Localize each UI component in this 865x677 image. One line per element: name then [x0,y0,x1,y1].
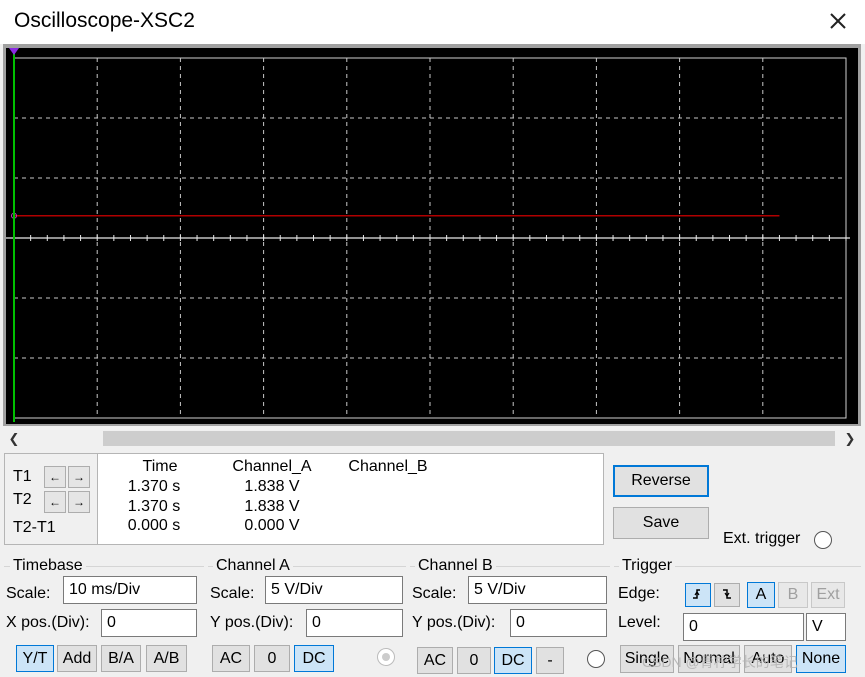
horizontal-scrollbar[interactable]: ❮ ❯ [3,429,861,448]
watermark: CSDN @青柠学长的笔记 [642,654,798,670]
timebase-group: Timebase Scale: 10 ms/Div X pos.(Div): 0… [4,557,204,677]
t1-right-button[interactable]: → [68,466,90,488]
trigger-source-ext-button[interactable]: Ext [811,582,845,608]
channel-b-dc-button[interactable]: DC [494,647,532,674]
channel-a-scale-label: Scale: [210,585,255,602]
mode-add-button[interactable]: Add [57,645,97,672]
falling-edge-button[interactable] [714,583,740,607]
ext-trigger-radio[interactable] [814,531,832,549]
scroll-thumb[interactable] [103,431,835,446]
trigger-title: Trigger [619,557,676,575]
t2-label: T2 [13,491,32,508]
measurement-readout: Time Channel_A Channel_B 1.370 s 1.838 V… [97,453,604,545]
trigger-none-button[interactable]: None [796,645,846,673]
rising-edge-icon [693,589,700,599]
timebase-scale-field[interactable]: 10 ms/Div [63,576,197,604]
scope-screen[interactable] [6,48,858,424]
timebase-scale-label: Scale: [6,585,51,602]
channel-a-scale-field[interactable]: 5 V/Div [265,576,403,604]
timebase-title: Timebase [10,557,86,575]
mode-ab-button[interactable]: A/B [146,645,187,672]
trigger-source-a-button[interactable]: A [747,582,775,608]
readout-delta-time: 0.000 s [127,517,181,534]
channel-b-scale-field[interactable]: 5 V/Div [468,576,607,604]
channel-b-invert-button[interactable]: - [536,647,564,674]
trigger-level-unit[interactable]: V [806,613,846,641]
channel-b-group: Channel B Scale: 5 V/Div Y pos.(Div): 0 … [410,557,610,677]
timebase-xpos-field[interactable]: 0 [101,609,197,637]
channel-a-group: Channel A Scale: 5 V/Div Y pos.(Div): 0 … [208,557,406,677]
channel-a-ypos-field[interactable]: 0 [306,609,403,637]
t1-left-button[interactable]: ← [44,466,66,488]
readout-t2-time: 1.370 s [127,498,181,515]
readout-t1-channel-a: 1.838 V [244,478,300,495]
channel-a-ypos-label: Y pos.(Div): [210,614,294,631]
channel-a-zero-button[interactable]: 0 [254,645,290,672]
close-button[interactable] [825,8,851,34]
channel-a-radio [377,648,395,666]
scroll-left-icon[interactable]: ❮ [5,429,23,448]
t1-label: T1 [13,468,32,485]
t2-right-button[interactable]: → [68,491,90,513]
readout-t2-channel-a: 1.838 V [244,498,300,515]
scope-plot [6,48,850,422]
timebase-xpos-label: X pos.(Div): [6,614,90,631]
trigger-level-label: Level: [618,614,661,631]
mode-ba-button[interactable]: B/A [101,645,141,672]
channel-b-title: Channel B [415,557,496,575]
readout-header-channel-a: Channel_A [232,458,312,475]
channel-b-ypos-field[interactable]: 0 [510,609,607,637]
ext-trigger-label: Ext. trigger [723,530,801,547]
channel-b-ypos-label: Y pos.(Div): [412,614,496,631]
channel-a-ac-button[interactable]: AC [212,645,250,672]
title-bar: Oscilloscope-XSC2 [0,0,865,44]
readout-t1-time: 1.370 s [127,478,181,495]
readout-delta-channel-a: 0.000 V [244,517,300,534]
t2-left-button[interactable]: ← [44,491,66,513]
trigger-source-b-button[interactable]: B [778,582,808,608]
trigger-level-field[interactable]: 0 [683,613,804,641]
falling-edge-icon [723,589,731,599]
cursor-t1-handle [9,48,19,55]
channel-b-ac-button[interactable]: AC [417,647,453,674]
channel-b-zero-button[interactable]: 0 [457,647,491,674]
readout-header-channel-b: Channel_B [348,458,428,475]
readout-header-time: Time [142,458,178,475]
reverse-button[interactable]: Reverse [613,465,709,497]
trigger-edge-label: Edge: [618,585,660,602]
channel-b-scale-label: Scale: [412,585,457,602]
close-icon [830,13,846,29]
scroll-right-icon[interactable]: ❯ [841,429,859,448]
channel-a-dc-button[interactable]: DC [294,645,334,672]
t2-t1-label: T2-T1 [13,519,56,536]
save-button[interactable]: Save [613,507,709,539]
window-title: Oscilloscope-XSC2 [14,9,195,32]
channel-a-title: Channel A [213,557,293,575]
mode-yt-button[interactable]: Y/T [16,645,54,672]
channel-b-radio[interactable] [587,650,605,668]
cursor-panel: T1 ← → T2 ← → T2-T1 [4,453,98,545]
rising-edge-button[interactable] [685,583,711,607]
